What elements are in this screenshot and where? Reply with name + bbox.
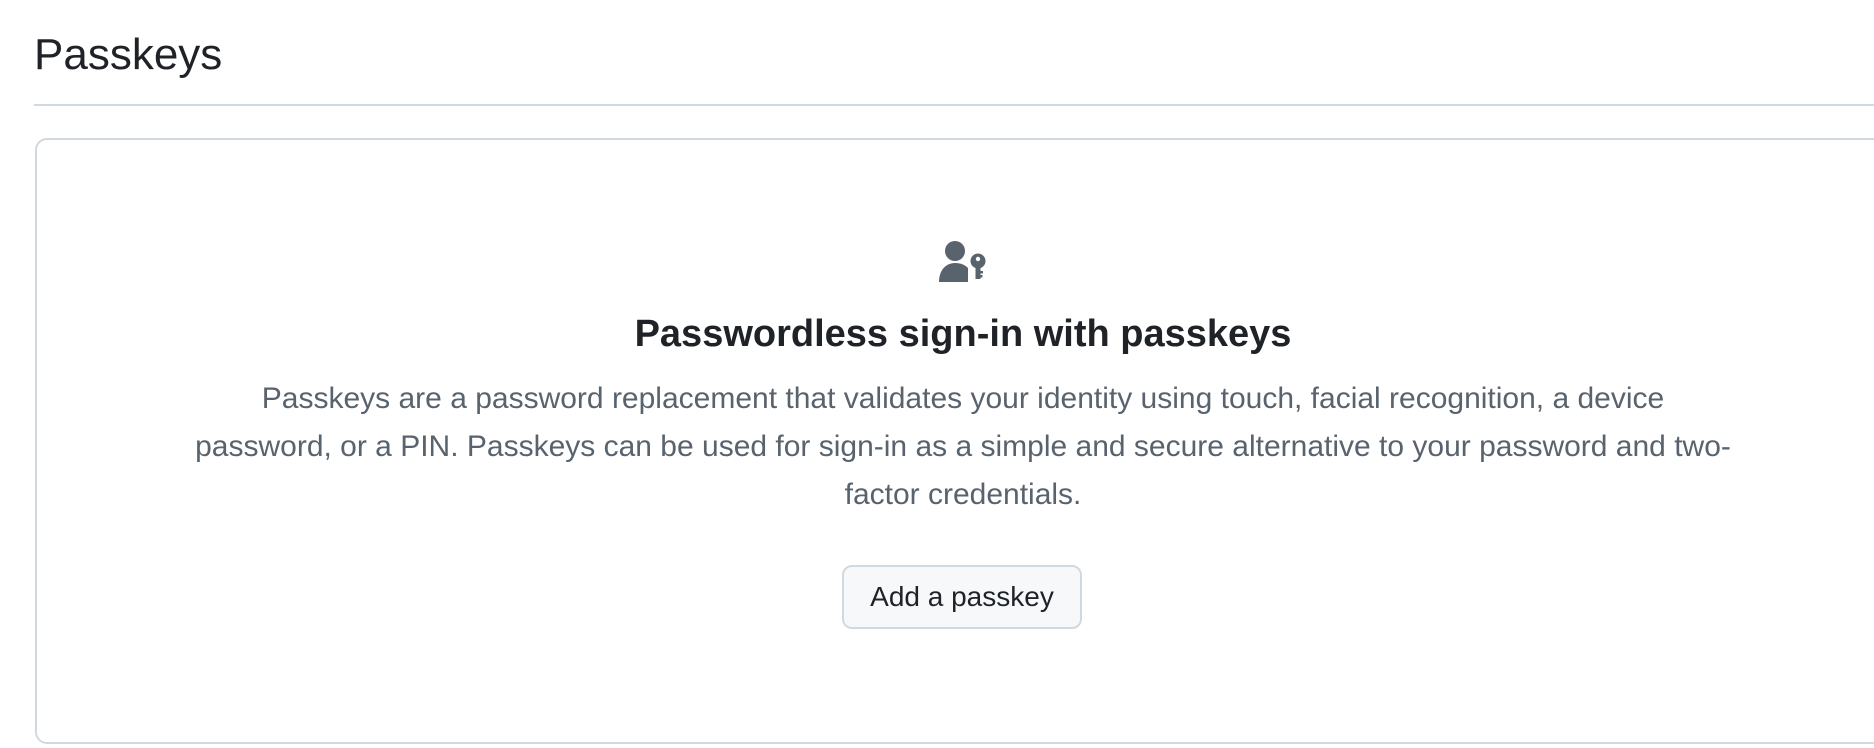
- description-line: password, or a PIN. Passkeys can be used…: [195, 430, 1731, 463]
- description-line: factor credentials.: [844, 478, 1082, 511]
- page-title: Passkeys: [34, 30, 223, 79]
- passkey-icon: [939, 240, 989, 282]
- description-line: Passkeys are a password replacement that…: [261, 382, 1665, 415]
- blankslate-heading: Passwordless sign-in with passkeys: [634, 313, 1292, 355]
- title-divider: [34, 104, 1874, 106]
- blankslate-description: Passkeys are a password replacement that…: [37, 375, 1874, 519]
- add-passkey-button[interactable]: Add a passkey: [842, 565, 1082, 629]
- passkeys-blankslate: Passwordless sign-in with passkeys Passk…: [35, 138, 1874, 744]
